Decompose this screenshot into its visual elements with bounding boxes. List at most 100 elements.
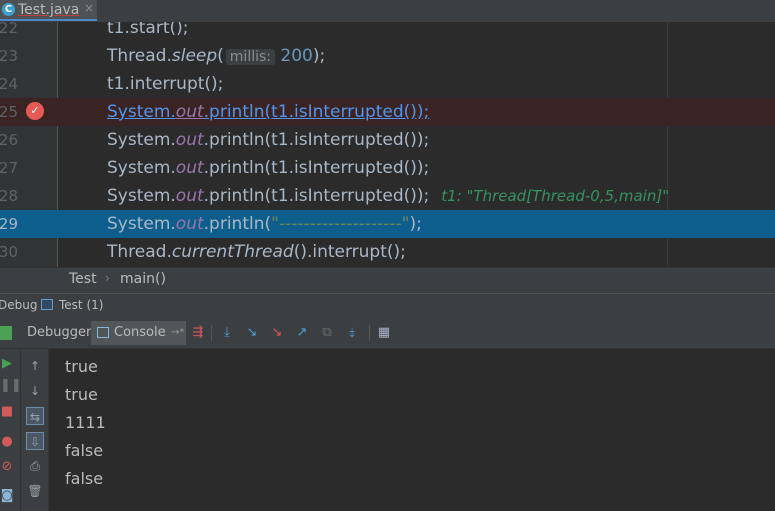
code-token: (: [217, 46, 224, 66]
line-number[interactable]: 25: [0, 98, 18, 126]
down-arrow-icon[interactable]: ↓: [26, 382, 44, 400]
debug-session-tab[interactable]: Test (1): [59, 298, 103, 312]
code-token: System.: [107, 158, 176, 178]
console-output[interactable]: true true 1111 false false: [49, 349, 775, 511]
run-to-cursor-icon[interactable]: ⤈: [344, 325, 360, 341]
console-output-line: false: [65, 441, 104, 460]
line-number[interactable]: 23: [0, 42, 18, 70]
console-output-line: true: [65, 385, 98, 404]
tab-debugger[interactable]: Debugger: [23, 321, 95, 345]
toolbar-separator: [211, 325, 212, 341]
step-out-icon[interactable]: ↗: [294, 325, 310, 341]
code-token: );: [409, 214, 422, 234]
code-line[interactable]: 25 ✓ System.out.println(t1.isInterrupted()…: [0, 98, 775, 126]
tab-console[interactable]: Console →*: [91, 321, 186, 345]
code-token: out: [175, 186, 204, 206]
breadcrumb-item-main[interactable]: main(): [120, 271, 166, 287]
view-breakpoints-icon[interactable]: ●: [0, 435, 14, 449]
resume-icon[interactable]: ▶: [0, 357, 14, 371]
mute-breakpoints-icon[interactable]: ⊘: [0, 460, 14, 474]
console-output-line: 1111: [65, 413, 106, 432]
console-side-toolbar: ↑ ↓ ⇆ ⇩ ⎙ 🗑: [21, 349, 49, 511]
java-class-icon: C: [2, 3, 15, 16]
soft-wrap-icon[interactable]: ⇆: [26, 407, 44, 425]
debugger-toolbar: Debugger Console →* ⇶ ⤓ ↘ ↘ ↗ ⧉ ⤈ ▦: [0, 318, 775, 349]
line-number[interactable]: 28: [0, 182, 18, 210]
code-token: System.: [107, 130, 176, 150]
tab-label: Test.java: [18, 2, 80, 18]
code-line[interactable]: 29 System.out.println("------------------…: [0, 210, 775, 238]
line-number[interactable]: 24: [0, 70, 18, 98]
code-line[interactable]: 26 System.out.println(t1.isInterrupted())…: [0, 126, 775, 154]
code-token: ().interrupt();: [293, 242, 406, 262]
evaluate-expression-icon[interactable]: ▦: [376, 325, 392, 341]
code-token: out: [175, 130, 204, 150]
line-number[interactable]: 22: [0, 22, 18, 42]
code-token: out: [175, 158, 204, 178]
code-token: .println(: [203, 214, 272, 234]
scroll-to-end-icon[interactable]: ⇩: [26, 432, 44, 450]
code-text: System.out.println("--------------------…: [107, 210, 422, 238]
stop-icon[interactable]: ■: [0, 405, 14, 419]
toolbar-separator: [369, 325, 370, 341]
line-number[interactable]: 30: [0, 238, 18, 266]
code-token: 200: [275, 46, 313, 66]
code-editor[interactable]: 22 t1.start(); 23 Thread.sleep(millis: 200)…: [0, 22, 775, 267]
breadcrumb-separator: ›: [105, 271, 110, 285]
code-text: Thread.sleep(millis: 200);: [107, 42, 325, 71]
code-text: System.out.println(t1.isInterrupted()); t…: [107, 182, 669, 210]
trash-icon[interactable]: 🗑: [26, 482, 44, 500]
code-line[interactable]: 27 System.out.println(t1.isInterrupted())…: [0, 154, 775, 182]
code-token: System.: [107, 186, 176, 206]
code-token: System.: [107, 214, 176, 234]
code-line[interactable]: 23 Thread.sleep(millis: 200);: [0, 42, 775, 70]
code-line[interactable]: 24 t1.interrupt();: [0, 70, 775, 98]
pin-icon[interactable]: →*: [171, 321, 184, 345]
code-token: .println(t1.isInterrupted());: [203, 186, 430, 206]
code-token: currentThread: [171, 242, 294, 262]
code-token: .println(t1.isInterrupted());: [203, 158, 430, 178]
code-token: .println(t1.isInterrupted());: [203, 130, 430, 150]
code-line[interactable]: 22 t1.start();: [0, 22, 775, 42]
code-text: System.out.println(t1.isInterrupted());: [107, 98, 429, 126]
code-line[interactable]: 30 Thread.currentThread().interrupt();: [0, 238, 775, 266]
code-line[interactable]: 28 System.out.println(t1.isInterrupted())…: [0, 182, 775, 210]
force-step-into-icon[interactable]: ↘: [269, 325, 285, 341]
debug-title: Debug: [0, 298, 38, 312]
code-text: Thread.currentThread().interrupt();: [107, 238, 406, 266]
tab-test-java[interactable]: C Test.java ×: [0, 0, 97, 21]
show-execution-point-icon[interactable]: ⇶: [190, 325, 206, 341]
code-token: );: [312, 46, 326, 66]
code-token: "--------------------": [271, 214, 410, 234]
code-text: t1.interrupt();: [107, 70, 223, 98]
rerun-icon[interactable]: [0, 326, 12, 340]
code-token: sleep: [171, 46, 218, 66]
camera-icon[interactable]: ◙: [0, 489, 14, 503]
code-text: System.out.println(t1.isInterrupted());: [107, 154, 429, 182]
line-number[interactable]: 27: [0, 154, 18, 182]
code-text: System.out.println(t1.isInterrupted());: [107, 126, 429, 154]
breakpoint-icon[interactable]: ✓: [26, 102, 44, 120]
console-output-line: true: [65, 357, 98, 376]
breadcrumb-item-test[interactable]: Test: [69, 271, 97, 287]
console-icon: [97, 327, 109, 338]
drop-frame-icon[interactable]: ⧉: [319, 325, 335, 341]
up-arrow-icon[interactable]: ↑: [26, 357, 44, 375]
console-window-icon: [41, 299, 53, 310]
line-number[interactable]: 29: [0, 210, 18, 238]
pause-icon[interactable]: ❚❚: [0, 379, 22, 393]
console-output-line: false: [65, 469, 104, 488]
console-tab-label: Console: [114, 325, 166, 340]
step-over-icon[interactable]: ⤓: [219, 325, 235, 341]
step-into-icon[interactable]: ↘: [244, 325, 260, 341]
code-token: Thread.: [107, 46, 172, 66]
code-token: System.: [107, 102, 176, 122]
code-token: .println(t1.isInterrupted());: [203, 102, 430, 122]
debug-tool-window-header: Debug Test (1): [0, 293, 775, 319]
close-icon[interactable]: ×: [84, 1, 94, 15]
print-icon[interactable]: ⎙: [26, 457, 44, 475]
parameter-hint: millis:: [225, 49, 276, 65]
code-token: Thread.: [107, 242, 172, 262]
inline-debug-value: t1: "Thread[Thread-0,5,main]": [441, 187, 670, 205]
line-number[interactable]: 26: [0, 126, 18, 154]
